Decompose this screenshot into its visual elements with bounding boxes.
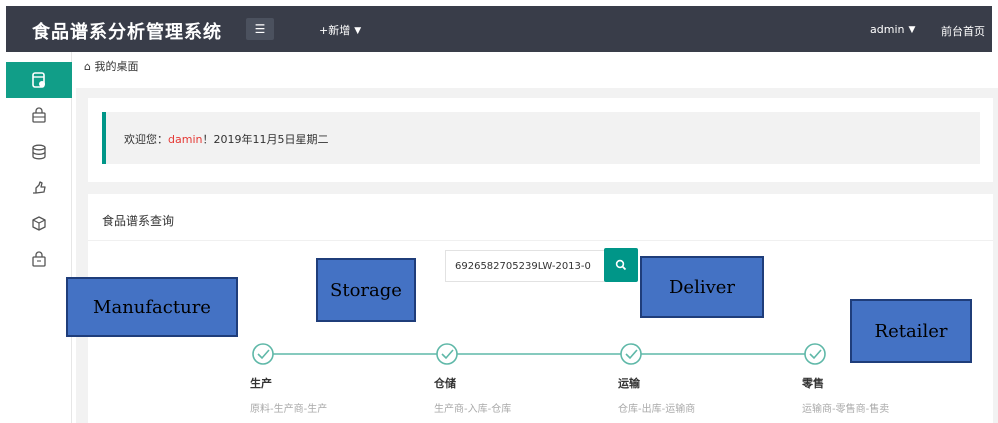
- welcome-card: 欢迎您：damin！2019年11月5日星期二: [88, 98, 993, 182]
- step-title-transport: 运输: [618, 377, 640, 390]
- sidebar-item-retail[interactable]: [6, 242, 72, 278]
- sidebar-item-database[interactable]: [6, 134, 72, 170]
- user-name: admin: [870, 23, 905, 36]
- caret-down-icon: ▼: [908, 25, 916, 35]
- bag-icon: [32, 107, 46, 123]
- step-title-production: 生产: [250, 377, 272, 390]
- annotation-manufacture: Manufacture: [66, 277, 238, 337]
- step-desc-transport: 仓库-出库-运输商: [618, 404, 696, 415]
- user-menu[interactable]: admin ▼: [870, 23, 915, 36]
- sidebar-item-cube[interactable]: [6, 206, 72, 242]
- timeline-node-production: [252, 343, 274, 365]
- add-new-label: +新增: [319, 24, 351, 37]
- sidebar: [6, 52, 72, 423]
- breadcrumb: ⌂ 我的桌面: [84, 58, 138, 74]
- timeline-node-storage: [436, 343, 458, 365]
- cube-icon: [32, 216, 46, 231]
- menu-toggle-button[interactable]: ☰: [246, 18, 274, 40]
- caret-down-icon: ▼: [354, 26, 362, 36]
- step-desc-production: 原料-生产商-生产: [250, 404, 328, 415]
- welcome-text: 欢迎您：damin！2019年11月5日星期二: [124, 131, 328, 147]
- sidebar-item-document[interactable]: [6, 62, 72, 98]
- step-title-storage: 仓储: [434, 377, 456, 390]
- step-title-retail: 零售: [802, 377, 824, 390]
- sidebar-item-products[interactable]: [6, 98, 72, 134]
- welcome-username: damin: [168, 133, 203, 146]
- top-navbar: 食品谱系分析管理系统 ☰ +新增 ▼ admin ▼ 前台首页: [0, 0, 998, 52]
- document-icon: [32, 72, 45, 88]
- database-icon: [32, 144, 46, 160]
- step-desc-storage: 生产商-入库-仓库: [434, 404, 512, 415]
- menu-icon: ☰: [254, 22, 266, 36]
- welcome-banner: 欢迎您：damin！2019年11月5日星期二: [102, 112, 980, 164]
- annotation-retailer: Retailer: [850, 299, 972, 363]
- timeline-node-retail: [804, 343, 826, 365]
- welcome-date: ！2019年11月5日星期二: [202, 133, 329, 146]
- app-title: 食品谱系分析管理系统: [32, 22, 222, 43]
- step-desc-retail: 运输商-零售商-售卖: [802, 404, 890, 415]
- annotation-storage: Storage: [316, 258, 416, 322]
- annotation-deliver: Deliver: [640, 256, 764, 318]
- breadcrumb-label[interactable]: 我的桌面: [94, 60, 138, 73]
- welcome-prefix: 欢迎您：: [124, 133, 168, 146]
- sidebar-item-hand[interactable]: [6, 170, 72, 206]
- home-icon: ⌂: [84, 60, 91, 73]
- frontend-home-link[interactable]: 前台首页: [941, 23, 985, 39]
- bag-icon: [32, 251, 46, 267]
- add-new-menu[interactable]: +新增 ▼: [319, 22, 361, 38]
- timeline-node-transport: [620, 343, 642, 365]
- hand-icon: [33, 181, 46, 194]
